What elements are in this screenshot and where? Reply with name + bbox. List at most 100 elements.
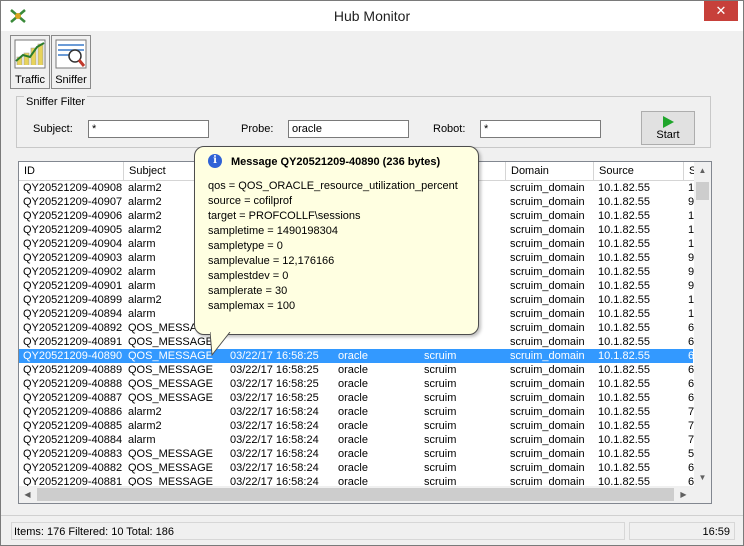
- title-bar: Hub Monitor ✕: [1, 1, 743, 31]
- cell-probe: oracle: [338, 364, 368, 376]
- cell-domain: scruim_domain: [510, 462, 585, 474]
- tooltip-line: samplerate = 30: [208, 285, 288, 297]
- vertical-scrollbar[interactable]: ▲ ▼: [694, 162, 711, 486]
- table-row[interactable]: QY20521209-40891 QOS_MESSAGE scruim_domain…: [19, 335, 706, 349]
- hub-monitor-window: Hub Monitor ✕ Traffic Sniffer Sniffer Fi…: [0, 0, 744, 546]
- cell-domain: scruim_domain: [510, 252, 585, 264]
- cell-time: 03/22/17 16:58:24: [230, 406, 319, 418]
- cell-id: QY20521209-40890: [23, 350, 123, 362]
- cell-id: QY20521209-40889: [23, 364, 123, 376]
- probe-input[interactable]: [288, 120, 409, 138]
- cell-source: 10.1.82.55: [598, 224, 650, 236]
- cell-time: 03/22/17 16:58:24: [230, 448, 319, 460]
- cell-domain: scruim_domain: [510, 336, 585, 348]
- tooltip-line: source = cofilprof: [208, 195, 293, 207]
- column-header-source[interactable]: Source: [594, 162, 684, 180]
- table-row[interactable]: QY20521209-40889 QOS_MESSAGE 03/22/17 16:5…: [19, 363, 706, 377]
- cell-robot: scruim: [424, 420, 457, 432]
- table-row[interactable]: QY20521209-40886 alarm2 03/22/17 16:58:24 o…: [19, 405, 706, 419]
- table-row[interactable]: QY20521209-40883 QOS_MESSAGE 03/22/17 16:5…: [19, 447, 706, 461]
- cell-subject: QOS_MESSAGE: [128, 378, 213, 390]
- sniffer-filter-legend: Sniffer Filter: [24, 96, 88, 108]
- message-tooltip: i Message QY20521209-40890 (236 bytes) q…: [194, 146, 479, 335]
- horizontal-scroll-thumb[interactable]: [37, 488, 674, 501]
- cell-domain: scruim_domain: [510, 392, 585, 404]
- subject-label: Subject:: [33, 123, 73, 135]
- cell-source: 10.1.82.55: [598, 308, 650, 320]
- cell-time: 03/22/17 16:58:25: [230, 364, 319, 376]
- robot-input[interactable]: [480, 120, 601, 138]
- tooltip-lines: qos = QOS_ORACLE_resource_utilization_pe…: [208, 179, 458, 314]
- cell-id: QY20521209-40903: [23, 252, 123, 264]
- cell-source: 10.1.82.55: [598, 434, 650, 446]
- cell-subject: QOS_MESSAGE: [128, 448, 213, 460]
- cell-source: 10.1.82.55: [598, 182, 650, 194]
- cell-subject: QOS_MESSAGE: [128, 462, 213, 474]
- cell-domain: scruim_domain: [510, 308, 585, 320]
- scroll-right-arrow-icon[interactable]: ▶: [675, 486, 692, 503]
- cell-source: 10.1.82.55: [598, 252, 650, 264]
- probe-label: Probe:: [241, 123, 274, 135]
- horizontal-scrollbar[interactable]: ◀ ▶: [19, 486, 711, 503]
- cell-id: QY20521209-40891: [23, 336, 123, 348]
- robot-label: Robot:: [433, 123, 466, 135]
- table-row-selected[interactable]: QY20521209-40890 QOS_MESSAGE 03/22/17 16:5…: [19, 349, 706, 363]
- column-header-domain[interactable]: Domain: [506, 162, 594, 180]
- cell-domain: scruim_domain: [510, 350, 585, 362]
- cell-probe: oracle: [338, 448, 368, 460]
- cell-id: QY20521209-40883: [23, 448, 123, 460]
- cell-id: QY20521209-40905: [23, 224, 123, 236]
- cell-time: 03/22/17 16:58:24: [230, 462, 319, 474]
- cell-domain: scruim_domain: [510, 266, 585, 278]
- column-header-id[interactable]: ID: [19, 162, 124, 180]
- table-row[interactable]: QY20521209-40882 QOS_MESSAGE 03/22/17 16:5…: [19, 461, 706, 475]
- cell-domain: scruim_domain: [510, 378, 585, 390]
- cell-id: QY20521209-40899: [23, 294, 123, 306]
- cell-probe: oracle: [338, 378, 368, 390]
- cell-source: 10.1.82.55: [598, 462, 650, 474]
- sniffer-button[interactable]: Sniffer: [51, 35, 91, 89]
- status-bar: Items: 176 Filtered: 10 Total: 186 16:59: [1, 515, 743, 546]
- scroll-down-arrow-icon[interactable]: ▼: [694, 469, 711, 486]
- cell-source: 10.1.82.55: [598, 294, 650, 306]
- table-row[interactable]: QY20521209-40885 alarm2 03/22/17 16:58:24 o…: [19, 419, 706, 433]
- start-label: Start: [656, 129, 680, 141]
- cell-domain: scruim_domain: [510, 364, 585, 376]
- cell-domain: scruim_domain: [510, 280, 585, 292]
- cell-time: 03/22/17 16:58:25: [230, 378, 319, 390]
- cell-id: QY20521209-40885: [23, 420, 123, 432]
- cell-source: 10.1.82.55: [598, 350, 650, 362]
- table-row[interactable]: QY20521209-40888 QOS_MESSAGE 03/22/17 16:5…: [19, 377, 706, 391]
- cell-probe: oracle: [338, 462, 368, 474]
- subject-input[interactable]: [88, 120, 209, 138]
- vertical-scroll-thumb[interactable]: [696, 182, 709, 200]
- scroll-up-arrow-icon[interactable]: ▲: [694, 162, 711, 179]
- close-button[interactable]: ✕: [704, 1, 738, 21]
- scroll-left-arrow-icon[interactable]: ◀: [19, 486, 36, 503]
- tooltip-line: samplestdev = 0: [208, 270, 289, 282]
- cell-subject: QOS_MESSAGE: [128, 364, 213, 376]
- tooltip-line: samplevalue = 12,176166: [208, 255, 335, 267]
- table-row[interactable]: QY20521209-40887 QOS_MESSAGE 03/22/17 16:5…: [19, 391, 706, 405]
- cell-time: 03/22/17 16:58:25: [230, 350, 319, 362]
- tooltip-line: samplemax = 100: [208, 300, 296, 312]
- tooltip-tail: [210, 331, 231, 357]
- cell-domain: scruim_domain: [510, 210, 585, 222]
- cell-robot: scruim: [424, 350, 457, 362]
- cell-id: QY20521209-40902: [23, 266, 123, 278]
- cell-id: QY20521209-40884: [23, 434, 123, 446]
- cell-source: 10.1.82.55: [598, 420, 650, 432]
- cell-domain: scruim_domain: [510, 294, 585, 306]
- sniffer-label: Sniffer: [55, 74, 87, 86]
- cell-probe: oracle: [338, 420, 368, 432]
- start-button[interactable]: Start: [641, 111, 695, 145]
- window-title: Hub Monitor: [333, 8, 411, 24]
- cell-source: 10.1.82.55: [598, 378, 650, 390]
- cell-robot: scruim: [424, 406, 457, 418]
- table-row[interactable]: QY20521209-40884 alarm 03/22/17 16:58:24 or…: [19, 433, 706, 447]
- tooltip-line: sampletype = 0: [208, 240, 283, 252]
- cell-source: 10.1.82.55: [598, 280, 650, 292]
- cell-id: QY20521209-40882: [23, 462, 123, 474]
- traffic-button[interactable]: Traffic: [10, 35, 50, 89]
- cell-domain: scruim_domain: [510, 420, 585, 432]
